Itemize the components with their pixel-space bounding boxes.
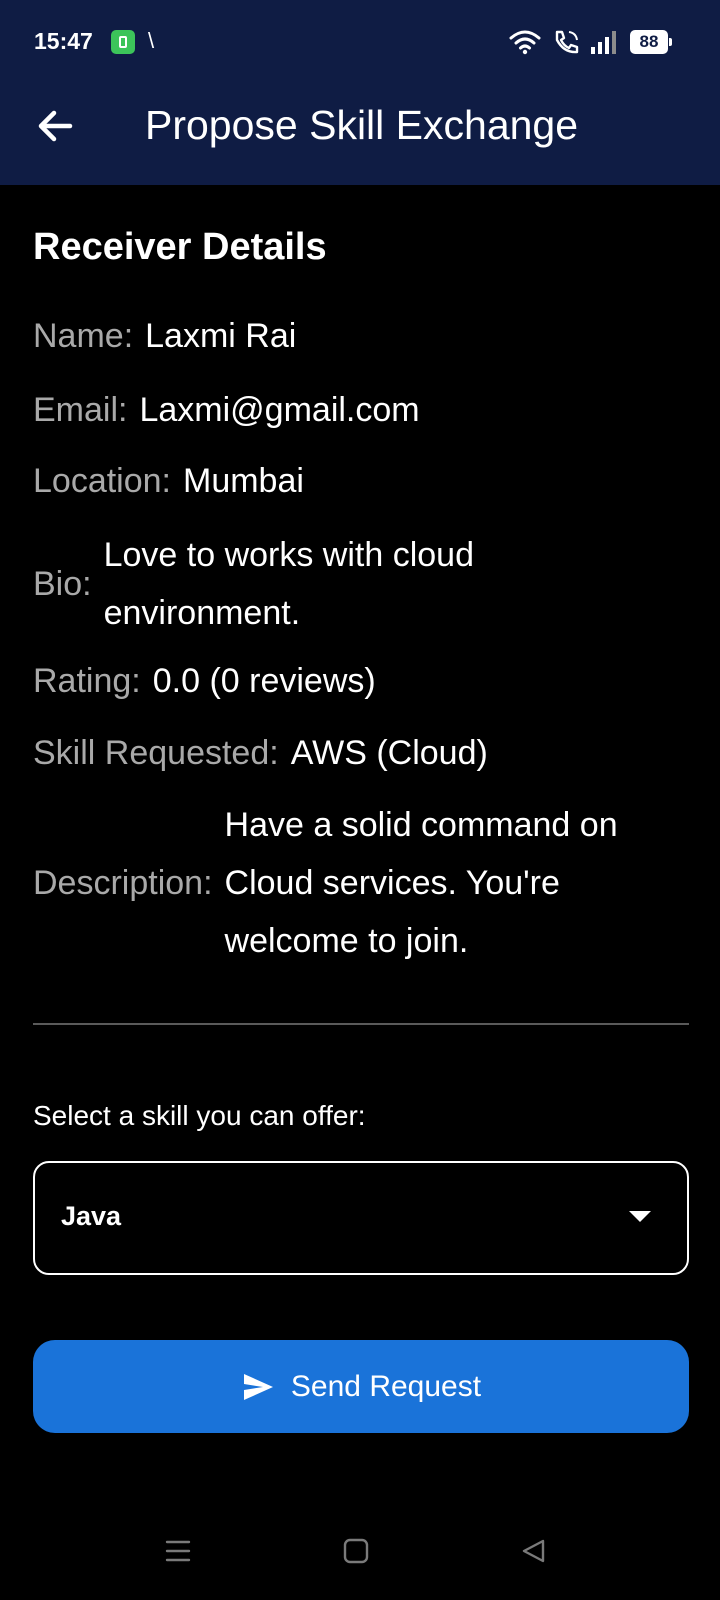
system-nav-bar — [0, 1515, 720, 1600]
status-bar: 15:47 \ 88 — [0, 0, 720, 86]
page-title: Propose Skill Exchange — [145, 102, 579, 148]
arrow-left-icon[interactable] — [34, 105, 76, 147]
status-time: 15:47 — [34, 28, 93, 54]
offer-skill-dropdown[interactable]: Java — [33, 1161, 689, 1275]
rating-row: Rating: 0.0 (0 reviews) — [33, 652, 376, 710]
send-icon — [243, 1373, 273, 1400]
email-value: Laxmi@gmail.com — [139, 391, 420, 429]
status-mark: \ — [148, 28, 155, 53]
rating-label: Rating: — [33, 662, 141, 700]
email-label: Email: — [33, 391, 128, 429]
battery-icon: 88 — [630, 30, 672, 54]
description-label: Description: — [33, 864, 213, 902]
offer-skill-selected: Java — [61, 1201, 122, 1231]
skill-requested-label: Skill Requested: — [33, 734, 279, 772]
home-icon[interactable] — [342, 1537, 370, 1565]
send-request-label: Send Request — [290, 1369, 482, 1403]
app-header: 15:47 \ 88 Propose Skill Exchange — [0, 0, 720, 185]
location-label: Location: — [33, 462, 171, 500]
name-value: Laxmi Rai — [145, 317, 297, 355]
offer-skill-label: Select a skill you can offer: — [33, 1100, 366, 1131]
rating-value: 0.0 (0 reviews) — [152, 662, 376, 700]
green-app-icon — [111, 30, 135, 54]
divider — [33, 1023, 689, 1025]
description-row: Description: Have a solid command on Clo… — [33, 796, 693, 970]
wifi-icon — [509, 30, 541, 55]
email-row: Email: Laxmi@gmail.com — [33, 381, 420, 439]
status-indicators: 88 — [508, 28, 672, 56]
menu-icon[interactable] — [164, 1537, 192, 1565]
name-row: Name: Laxmi Rai — [33, 307, 296, 365]
bio-label: Bio: — [33, 565, 92, 603]
send-request-button[interactable]: Send Request — [33, 1340, 689, 1433]
name-label: Name: — [33, 317, 134, 355]
back-icon[interactable] — [520, 1537, 548, 1565]
description-value: Have a solid command on Cloud services. … — [224, 806, 618, 960]
call-icon — [555, 30, 579, 54]
signal-icon — [591, 31, 616, 54]
location-value: Mumbai — [183, 462, 304, 500]
receiver-details-heading: Receiver Details — [33, 226, 327, 268]
location-row: Location: Mumbai — [33, 452, 304, 510]
skill-requested-value: AWS (Cloud) — [290, 734, 488, 772]
bio-value: Love to works with cloud environment. — [103, 536, 474, 632]
caret-down-icon — [629, 1211, 651, 1222]
bio-row: Bio: Love to works with cloud environmen… — [33, 526, 653, 642]
skill-requested-row: Skill Requested: AWS (Cloud) — [33, 724, 488, 782]
